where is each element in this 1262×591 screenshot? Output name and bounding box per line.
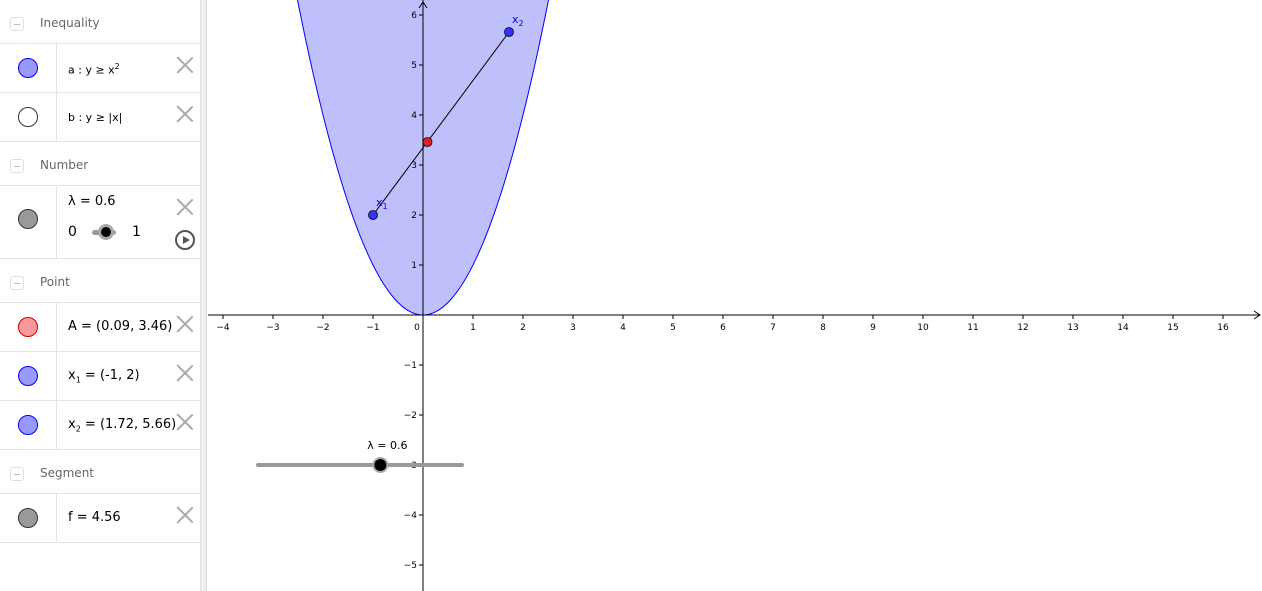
x-tick-label: 12 <box>1017 323 1028 333</box>
visibility-toggle-icon[interactable] <box>18 366 38 386</box>
visibility-toggle-icon[interactable] <box>18 317 38 337</box>
x-tick-label: 13 <box>1067 323 1078 333</box>
visibility-marker[interactable] <box>0 44 57 92</box>
x-tick-label: 10 <box>917 323 929 333</box>
x-tick-label: 1 <box>470 323 476 333</box>
play-button-icon[interactable] <box>175 230 195 250</box>
visibility-marker[interactable] <box>0 93 57 141</box>
algebra-item-b[interactable]: b : y ≥ |x| <box>0 93 200 142</box>
collapse-toggle-icon[interactable] <box>10 159 24 173</box>
slider-min: 0 <box>68 224 77 240</box>
point-A[interactable] <box>422 137 433 147</box>
item-definition[interactable]: f = 4.56 <box>68 510 121 525</box>
x-tick-label: −4 <box>216 323 230 333</box>
collapse-toggle-icon[interactable] <box>10 17 24 31</box>
item-text: f = 4.56 <box>68 510 121 525</box>
group-header-number: Number <box>0 142 200 186</box>
visibility-marker[interactable] <box>0 352 57 400</box>
item-definition[interactable]: a : y ≥ x2 <box>68 62 120 77</box>
x-tick-label: 7 <box>770 323 776 333</box>
x-tick-label: −2 <box>316 323 329 333</box>
item-name: x <box>68 368 76 383</box>
item-definition[interactable]: A = (0.09, 3.46) <box>68 319 172 334</box>
delete-icon[interactable] <box>176 413 194 431</box>
y-tick-label: 6 <box>411 11 417 21</box>
y-tick-label: −1 <box>404 361 417 371</box>
x-tick-label: 11 <box>967 323 978 333</box>
item-definition[interactable]: λ = 0.6 <box>68 194 116 209</box>
x-tick-label: 16 <box>1217 323 1229 333</box>
visibility-marker[interactable] <box>0 401 57 449</box>
group-title: Number <box>40 158 89 172</box>
point-x1[interactable] <box>368 210 378 220</box>
visibility-toggle-icon[interactable] <box>18 415 38 435</box>
x-tick-label: 14 <box>1117 323 1129 333</box>
item-text: = (1.72, 5.66) <box>80 417 177 432</box>
x-tick-label: 8 <box>820 323 826 333</box>
visibility-toggle-icon[interactable] <box>18 209 38 229</box>
visibility-toggle-icon[interactable] <box>18 58 38 78</box>
delete-icon[interactable] <box>176 315 194 333</box>
point-x2[interactable] <box>504 27 514 37</box>
graphics-view[interactable]: −4−3−2−1012345678910111213141516−5−4−3−2… <box>208 0 1262 591</box>
delete-icon[interactable] <box>176 506 194 524</box>
group-title: Segment <box>40 466 94 480</box>
visibility-marker[interactable] <box>0 186 57 258</box>
collapse-toggle-icon[interactable] <box>10 276 24 290</box>
item-text: a : y ≥ x <box>68 63 115 77</box>
visibility-toggle-icon[interactable] <box>18 107 38 127</box>
group-header-point: Point <box>0 259 200 303</box>
y-tick-label: −2 <box>404 411 417 421</box>
delete-icon[interactable] <box>176 364 194 382</box>
y-tick-label: −5 <box>404 561 417 571</box>
x-tick-label: −3 <box>266 323 279 333</box>
item-definition[interactable]: b : y ≥ |x| <box>68 111 122 124</box>
slider-max: 1 <box>132 224 141 240</box>
algebra-slider-knob[interactable] <box>98 224 115 240</box>
y-tick-label: 4 <box>411 111 417 121</box>
item-text: b : y ≥ |x| <box>68 111 123 124</box>
collapse-toggle-icon[interactable] <box>10 467 24 481</box>
graphics-slider-label: λ = 0.6 <box>367 439 407 452</box>
x-tick-label: 2 <box>520 323 526 333</box>
algebra-item-x2[interactable]: x2 = (1.72, 5.66) <box>0 401 200 450</box>
group-title: Point <box>40 275 70 289</box>
item-definition[interactable]: x2 = (1.72, 5.66) <box>68 417 176 434</box>
visibility-marker[interactable] <box>0 303 57 351</box>
item-definition[interactable]: x1 = (-1, 2) <box>68 368 140 385</box>
x-tick-label: 4 <box>620 323 626 333</box>
x-tick-label: 3 <box>570 323 576 333</box>
x-tick-label: 9 <box>870 323 876 333</box>
y-tick-label: 2 <box>411 211 417 221</box>
group-header-inequality: Inequality <box>0 0 200 44</box>
x-tick-label: −1 <box>366 323 379 333</box>
group-title: Inequality <box>40 16 100 30</box>
delete-icon[interactable] <box>176 56 194 74</box>
algebra-item-x1[interactable]: x1 = (-1, 2) <box>0 352 200 401</box>
y-tick-label: −4 <box>404 511 418 521</box>
algebra-item-A[interactable]: A = (0.09, 3.46) <box>0 303 200 352</box>
algebra-item-lambda[interactable]: λ = 0.6 0 1 <box>0 186 200 259</box>
delete-icon[interactable] <box>176 198 194 216</box>
x-tick-label: 5 <box>670 323 676 333</box>
x-tick-label: 6 <box>720 323 726 333</box>
item-superscript: 2 <box>114 62 120 71</box>
group-header-segment: Segment <box>0 450 200 494</box>
graphics-slider-knob[interactable] <box>374 459 387 471</box>
visibility-marker[interactable] <box>0 494 57 542</box>
item-name: x <box>68 417 76 432</box>
visibility-toggle-icon[interactable] <box>18 508 38 528</box>
y-tick-label: 5 <box>411 61 417 71</box>
algebra-item-a[interactable]: a : y ≥ x2 <box>0 44 200 93</box>
algebra-view: Inequality a : y ≥ x2 b : y ≥ |x| Number λ =… <box>0 0 200 591</box>
item-text: A = (0.09, 3.46) <box>68 319 173 334</box>
delete-icon[interactable] <box>176 105 194 123</box>
x-tick-label: 15 <box>1167 323 1178 333</box>
y-tick-label: 1 <box>411 261 417 271</box>
item-text: = (-1, 2) <box>80 368 140 383</box>
algebra-item-f[interactable]: f = 4.56 <box>0 494 200 543</box>
view-splitter[interactable] <box>200 0 207 591</box>
item-text: λ = 0.6 <box>68 194 116 209</box>
x-tick-label: 0 <box>414 323 420 333</box>
